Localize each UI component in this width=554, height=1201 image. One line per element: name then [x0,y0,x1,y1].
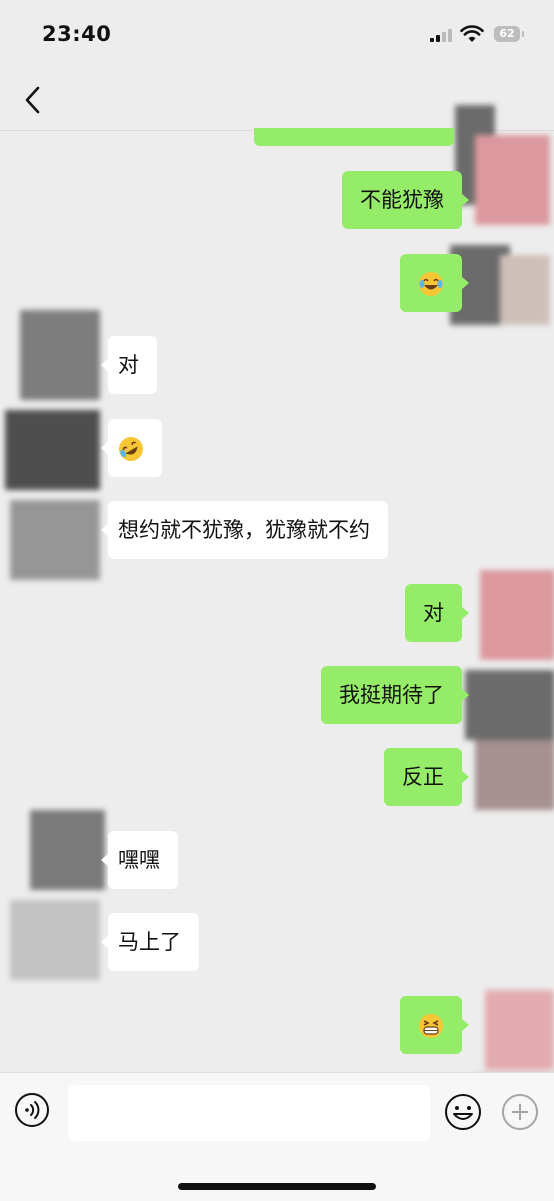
message-bubble-received[interactable]: 嘿嘿 [101,831,178,889]
message-text: 对 [118,353,139,377]
message-input[interactable] [68,1085,430,1141]
grinning-squint-emoji-icon [419,1014,443,1038]
laughing-tears-emoji-icon [419,272,443,296]
message-bubble-received[interactable]: 马上了 [101,913,199,971]
message-text: 反正 [402,765,444,789]
message-text: 马上了 [118,930,181,954]
chat-input-bar [0,1072,554,1201]
redacted-avatar [465,570,554,810]
chevron-left-icon[interactable] [18,82,48,118]
redacted-avatar [5,310,100,580]
message-bubble-received[interactable]: 想约就不犹豫，犹豫就不约 [101,501,388,559]
message-bubble-sent[interactable]: 反正 [384,748,469,806]
message-bubble-sent[interactable]: 对 [405,584,469,642]
home-indicator [178,1183,376,1190]
battery-indicator: 62 [494,26,524,42]
status-bar: 23:40 62 [0,0,554,70]
message-text: 想约就不犹豫，犹豫就不约 [118,518,370,542]
message-text: 不能犹豫 [360,188,444,212]
smiley-icon[interactable] [443,1092,483,1132]
wifi-icon [460,25,484,42]
message-bubble-sent[interactable]: 不能犹豫 [342,171,469,229]
partial-message-bubble [254,128,454,146]
status-time: 23:40 [42,22,112,46]
message-bubble-received[interactable] [101,419,162,477]
plus-circle-icon[interactable] [500,1092,540,1132]
message-text: 我挺期待了 [339,683,444,707]
message-text: 对 [423,601,444,625]
message-bubble-sent[interactable] [400,996,469,1054]
message-bubble-received[interactable]: 对 [101,336,157,394]
message-bubble-sent[interactable]: 我挺期待了 [321,666,469,724]
redacted-avatar [10,810,105,980]
message-bubble-sent[interactable] [400,254,469,312]
rolling-laughing-emoji-icon [119,437,143,461]
message-text: 嘿嘿 [118,848,160,872]
signal-icon [430,28,454,42]
voice-icon[interactable] [14,1092,50,1128]
